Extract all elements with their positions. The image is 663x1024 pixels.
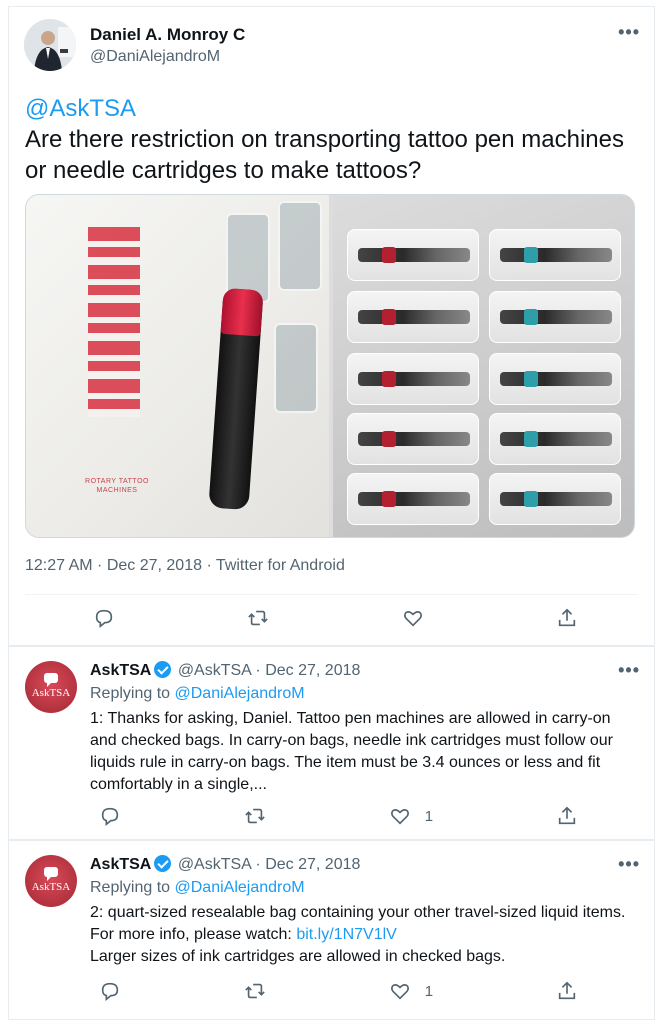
reply-date[interactable]: Dec 27, 2018 xyxy=(265,856,360,873)
reply-author-name[interactable]: AskTSA xyxy=(90,856,151,873)
replying-to: Replying to @DaniAlejandroM xyxy=(90,685,305,703)
pen-cap xyxy=(220,287,264,337)
replying-to-label: Replying to xyxy=(90,685,171,702)
author-handle[interactable]: @DaniAlejandroM xyxy=(90,48,220,66)
reply-tweet[interactable]: AskTSA AskTSA @AskTSA · Dec 27, 2018 •••… xyxy=(8,646,655,840)
reply-button[interactable] xyxy=(93,607,115,629)
reply-actions: 1 xyxy=(25,805,638,827)
cartridge-blister xyxy=(489,413,621,465)
asktsa-avatar[interactable]: AskTSA xyxy=(25,855,77,907)
short-link[interactable]: bit.ly/1N7V1lV xyxy=(296,926,397,943)
reply-tweet[interactable]: AskTSA AskTSA @AskTSA · Dec 27, 2018 •••… xyxy=(8,840,655,1020)
heart-icon xyxy=(390,809,409,825)
tattoo-pen-image xyxy=(208,287,264,511)
main-tweet: Daniel A. Monroy C @DaniAlejandroM ••• @… xyxy=(8,6,655,646)
cartridge-sleeve xyxy=(278,201,322,291)
separator-dot: · xyxy=(255,856,261,873)
cartridge-blister xyxy=(347,473,479,525)
box-logo-graphic xyxy=(88,227,140,417)
avatar-label: AskTSA xyxy=(31,687,71,699)
reply-handle[interactable]: @AskTSA xyxy=(178,856,251,873)
tweet-media[interactable]: ROTARY TATTOO MACHINES xyxy=(25,194,635,538)
retweet-button[interactable] xyxy=(244,805,266,827)
reply-header: AskTSA @AskTSA · Dec 27, 2018 xyxy=(90,855,360,874)
reply-header: AskTSA @AskTSA · Dec 27, 2018 xyxy=(90,661,360,680)
verified-badge-icon xyxy=(154,661,172,678)
reply-handle[interactable]: @AskTSA xyxy=(178,662,251,679)
share-icon xyxy=(558,608,576,627)
author-avatar[interactable] xyxy=(24,19,76,71)
reply-text-line2: Larger sizes of ink cartridges are allow… xyxy=(90,948,506,965)
media-image-tattoo-pen[interactable]: ROTARY TATTOO MACHINES xyxy=(26,195,329,537)
author-name[interactable]: Daniel A. Monroy C xyxy=(90,25,245,45)
retweet-icon xyxy=(248,610,269,626)
chat-bubble-icon xyxy=(44,673,58,687)
reply-text: 2: quart-sized resealable bag containing… xyxy=(90,902,638,968)
divider xyxy=(25,594,638,595)
like-button[interactable]: 1 xyxy=(389,805,433,827)
media-image-cartridges[interactable] xyxy=(333,195,634,537)
replying-to: Replying to @DaniAlejandroM xyxy=(90,879,305,897)
cartridge-blister xyxy=(347,353,479,405)
retweet-icon xyxy=(245,808,265,824)
asktsa-avatar[interactable]: AskTSA xyxy=(25,661,77,713)
retweet-button[interactable] xyxy=(247,607,269,629)
reply-icon xyxy=(95,609,113,628)
reply-author-name[interactable]: AskTSA xyxy=(90,662,151,679)
like-button[interactable]: 1 xyxy=(389,980,433,1002)
mention-link[interactable]: @AskTSA xyxy=(25,95,136,122)
reply-actions: 1 xyxy=(25,980,638,1002)
cartridge-blister xyxy=(489,353,621,405)
share-button[interactable] xyxy=(556,805,578,827)
reply-button[interactable] xyxy=(99,805,121,827)
cartridge-sleeve xyxy=(274,323,318,413)
cartridge-blister xyxy=(489,229,621,281)
replying-to-label: Replying to xyxy=(90,879,171,896)
tweet-text: @AskTSA Are there restriction on transpo… xyxy=(25,93,638,186)
replying-to-link[interactable]: @DaniAlejandroM xyxy=(175,685,305,702)
tweet-timestamp[interactable]: 12:27 AM · Dec 27, 2018 · Twitter for An… xyxy=(25,557,345,575)
reply-icon xyxy=(101,807,119,826)
more-options-icon[interactable]: ••• xyxy=(618,660,640,681)
share-icon xyxy=(558,981,576,1000)
like-count: 1 xyxy=(424,807,434,825)
share-icon xyxy=(558,806,576,825)
share-button[interactable] xyxy=(556,607,578,629)
like-count: 1 xyxy=(424,982,434,1000)
replying-to-link[interactable]: @DaniAlejandroM xyxy=(175,879,305,896)
like-button[interactable] xyxy=(402,607,424,629)
tweet-body: Are there restriction on transporting ta… xyxy=(25,126,624,184)
cartridge-blister xyxy=(347,229,479,281)
heart-icon xyxy=(403,611,422,627)
verified-badge-icon xyxy=(154,855,172,872)
cartridge-blister xyxy=(347,291,479,343)
more-options-icon[interactable]: ••• xyxy=(618,854,640,875)
avatar-label: AskTSA xyxy=(31,881,71,893)
tweet-actions xyxy=(25,607,638,629)
retweet-icon xyxy=(245,983,265,999)
reply-text: 1: Thanks for asking, Daniel. Tattoo pen… xyxy=(90,710,613,793)
chat-bubble-icon xyxy=(44,867,58,881)
retweet-button[interactable] xyxy=(244,980,266,1002)
box-caption: ROTARY TATTOO MACHINES xyxy=(85,478,149,494)
separator-dot: · xyxy=(255,662,261,679)
reply-date[interactable]: Dec 27, 2018 xyxy=(265,662,360,679)
reply-button[interactable] xyxy=(99,980,121,1002)
share-button[interactable] xyxy=(556,980,578,1002)
more-options-icon[interactable]: ••• xyxy=(618,22,640,43)
heart-icon xyxy=(390,984,409,1000)
reply-icon xyxy=(101,982,119,1001)
cartridge-blister xyxy=(489,291,621,343)
person-photo-icon xyxy=(24,19,76,71)
cartridge-blister xyxy=(489,473,621,525)
cartridge-blister xyxy=(347,413,479,465)
